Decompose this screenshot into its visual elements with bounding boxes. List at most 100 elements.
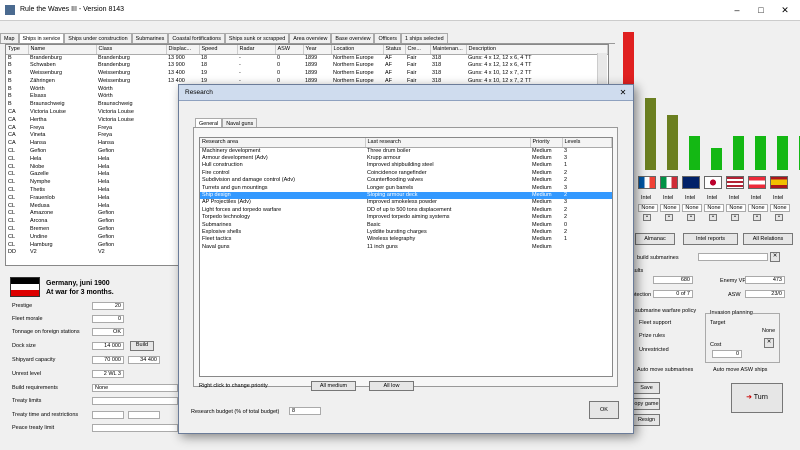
close-icon[interactable]: ✕ [774, 0, 796, 20]
intel-button[interactable]: • [753, 214, 761, 221]
intel-label: Intel [707, 195, 718, 201]
research-cell: Medium [532, 236, 552, 243]
research-table[interactable]: Research area Last research Priority Levels… [199, 137, 613, 377]
turn-button[interactable]: ➜ Turn [731, 383, 783, 413]
research-column-header[interactable]: Levels [562, 138, 612, 148]
all-low-button[interactable]: All low [369, 381, 414, 391]
japan-flag-icon[interactable] [704, 176, 722, 189]
research-column-header[interactable]: Research area [200, 138, 366, 148]
invasion-label: Invasion planning [710, 310, 753, 316]
column-header[interactable]: Year [303, 45, 332, 55]
research-row[interactable]: Hull construction Improved shipbuilding s… [200, 162, 612, 169]
research-row[interactable]: Torpedo technology Improved torpedo aimin… [200, 214, 612, 221]
uk-flag-icon[interactable] [682, 176, 700, 189]
italy-flag-icon[interactable] [660, 176, 678, 189]
table-row[interactable]: B Brandenburg Brandenburg 13 900 18 - 0 1899 Nor… [6, 54, 608, 62]
prize-rules-option[interactable]: Prize rules [639, 333, 665, 339]
research-row[interactable]: Ship design Sloping armour deck Medium 2 [200, 191, 612, 200]
research-cell: 0 [564, 221, 568, 228]
research-cell: 11 inch guns [367, 243, 398, 250]
maximize-icon[interactable]: □ [750, 0, 772, 20]
intel-button[interactable]: • [687, 214, 695, 221]
minimize-icon[interactable]: – [726, 0, 748, 20]
fleet-support-option[interactable]: Fleet support [639, 320, 671, 326]
almanac-button[interactable]: Almanac [635, 233, 675, 245]
research-cell: Fire control [202, 169, 230, 176]
column-header[interactable]: Description [466, 45, 608, 55]
research-row[interactable]: Turrets and gun mountings Longer gun barr… [200, 185, 612, 192]
research-row[interactable]: Subdivision and damage control (Adv) Coun… [200, 177, 612, 184]
all-relations-button[interactable]: All Relations [743, 233, 793, 245]
table-cell: Wörth [30, 85, 45, 92]
auto-asw-checkbox[interactable]: Auto move ASW ships [713, 367, 767, 373]
tab-ships-in-service[interactable]: Ships in service [18, 33, 65, 43]
column-header[interactable]: Speed [199, 45, 238, 55]
unrestricted-option[interactable]: Unrestricted [639, 347, 669, 353]
build-dock-button[interactable]: Build [130, 341, 154, 351]
table-cell: Niobe [30, 163, 45, 170]
table-cell: AF [385, 62, 393, 69]
tab-base-overview[interactable]: Base overview [331, 33, 375, 43]
research-row[interactable]: Machinery development Three drum boiler Me… [200, 147, 612, 155]
research-column-header[interactable]: Last research [365, 138, 531, 148]
tab-map[interactable]: Map [0, 33, 19, 43]
table-cell: CL [8, 241, 16, 248]
column-header[interactable]: ASW [275, 45, 304, 55]
save-button[interactable]: Save [633, 382, 660, 394]
column-header[interactable]: Location [331, 45, 384, 55]
research-row[interactable]: Submarines Basic Medium 0 [200, 222, 612, 229]
research-row[interactable]: Fire control Coincidence rangefinder Mediu… [200, 170, 612, 177]
tab-ships-under-construction[interactable]: Ships under construction [64, 33, 132, 43]
intel-button[interactable]: • [665, 214, 673, 221]
column-header[interactable]: Type [6, 45, 29, 55]
resign-button[interactable]: Resign [633, 414, 660, 426]
table-cell: Freya [98, 132, 113, 139]
intel-button[interactable]: • [775, 214, 783, 221]
intel-button[interactable]: • [643, 214, 651, 221]
column-header[interactable]: Maintenan... [430, 45, 467, 55]
ok-button[interactable]: OK [589, 401, 619, 419]
table-cell: B [8, 101, 12, 108]
auto-subs-checkbox[interactable]: Auto move submarines [637, 367, 693, 373]
austria-flag-icon[interactable] [748, 176, 766, 189]
all-medium-button[interactable]: All medium [311, 381, 356, 391]
research-row[interactable]: Naval guns 11 inch guns Medium [200, 244, 612, 251]
column-header[interactable]: Displac... [166, 45, 200, 55]
column-header[interactable]: Cre... [405, 45, 431, 55]
research-row[interactable]: Fleet tactics Wireless telegraphy Medium 1 [200, 236, 612, 243]
tab-ships-sunk[interactable]: Ships sunk or scrapped [224, 33, 290, 43]
tab-coastal-fortifications[interactable]: Coastal fortifications [168, 33, 225, 43]
dialog-close-icon[interactable]: ✕ [616, 87, 630, 98]
close-subs-icon[interactable]: ✕ [770, 252, 780, 262]
research-row[interactable]: Light forces and torpedo warfare DD of up… [200, 207, 612, 214]
intel-button[interactable]: • [709, 214, 717, 221]
column-header[interactable]: Radar [237, 45, 276, 55]
dialog-title-bar: Research ✕ [179, 85, 633, 101]
spain-flag-icon[interactable] [770, 176, 788, 189]
france-flag-icon[interactable] [638, 176, 656, 189]
tab-officers[interactable]: Officers [374, 33, 401, 43]
research-row[interactable]: AP Projectiles (Adv) Improved smokeless p… [200, 199, 612, 206]
table-cell: Hela [98, 187, 110, 194]
copy-game-button[interactable]: opy game [633, 398, 660, 410]
research-dialog: Research ✕ General Naval guns Research a… [178, 84, 634, 434]
intel-reports-button[interactable]: Intel reports [683, 233, 738, 245]
column-header[interactable]: Status [383, 45, 406, 55]
table-row[interactable]: B Weissenburg Weissenburg 13 400 19 - 0 1899 Nor… [6, 70, 608, 78]
tab-submarines[interactable]: Submarines [131, 33, 169, 43]
column-header[interactable]: Name [28, 45, 97, 55]
strength-bar [755, 135, 766, 170]
table-row[interactable]: B Schwaben Brandenburg 13 900 18 - 0 1899 Northe… [6, 62, 608, 70]
clear-target-icon[interactable]: ✕ [764, 338, 774, 348]
intel-button[interactable]: • [731, 214, 739, 221]
research-column-header[interactable]: Priority [530, 138, 563, 148]
budget-spinner[interactable]: 8 [289, 407, 321, 415]
research-row[interactable]: Explosive shells Lyddite bursting charges… [200, 229, 612, 236]
column-header[interactable]: Class [96, 45, 167, 55]
table-cell: 0 [277, 62, 281, 69]
research-cell: 3 [564, 184, 568, 191]
usa-flag-icon[interactable] [726, 176, 744, 189]
research-row[interactable]: Armour development (Adv) Krupp armour Medi… [200, 155, 612, 162]
tab-ships-selected[interactable]: 1 ships selected [400, 33, 448, 43]
tab-area-overview[interactable]: Area overview [289, 33, 332, 43]
